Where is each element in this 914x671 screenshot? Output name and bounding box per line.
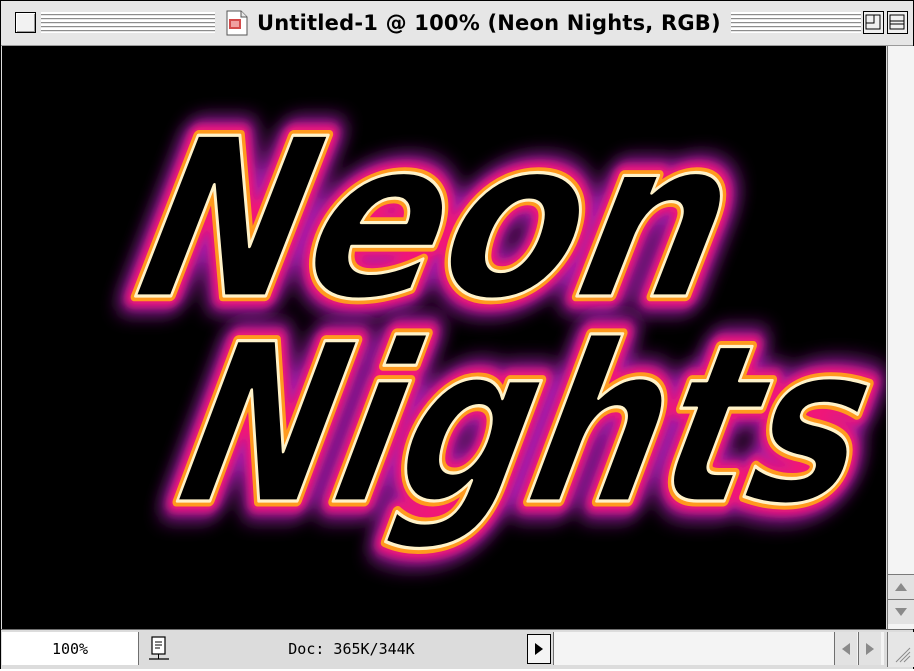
neon-artwork: Neon Neon Neon Neon Nights Nights Nights… xyxy=(103,75,886,571)
triangle-right-icon[interactable] xyxy=(527,634,551,664)
print-preview-icon[interactable] xyxy=(147,634,171,664)
zoom-level-field[interactable]: 100% xyxy=(2,632,139,665)
zoom-level-text: 100% xyxy=(51,639,89,658)
horizontal-scrollbar[interactable] xyxy=(553,632,884,665)
title-bar[interactable]: Untitled-1 @ 100% (Neon Nights, RGB) xyxy=(1,1,913,46)
image-canvas[interactable]: Neon Neon Neon Neon Nights Nights Nights… xyxy=(2,46,886,629)
vertical-scrollbar[interactable] xyxy=(887,46,914,629)
collapse-box-icon[interactable] xyxy=(887,11,908,34)
zoom-box-icon[interactable] xyxy=(863,11,884,34)
close-box-icon[interactable] xyxy=(15,12,36,33)
status-bar: 100% Doc: 365K/344K xyxy=(1,629,914,669)
window-title: Untitled-1 @ 100% (Neon Nights, RGB) xyxy=(257,11,721,35)
neon-text-line-2: Nights Nights Nights Nights xyxy=(145,280,886,570)
doc-size-text: Doc: 365K/344K xyxy=(288,639,415,658)
window-title-group: Untitled-1 @ 100% (Neon Nights, RGB) xyxy=(215,7,731,39)
document-size-info: Doc: 365K/344K xyxy=(179,632,524,665)
arrow-up-icon[interactable] xyxy=(888,574,914,599)
resize-grip-icon[interactable] xyxy=(887,632,914,667)
svg-text:Nights: Nights xyxy=(162,298,886,554)
document-icon xyxy=(226,10,248,36)
arrow-down-icon[interactable] xyxy=(888,599,914,624)
arrow-left-icon[interactable] xyxy=(834,632,857,665)
arrow-right-icon[interactable] xyxy=(858,632,881,665)
document-window: Untitled-1 @ 100% (Neon Nights, RGB) Neo… xyxy=(0,0,914,669)
